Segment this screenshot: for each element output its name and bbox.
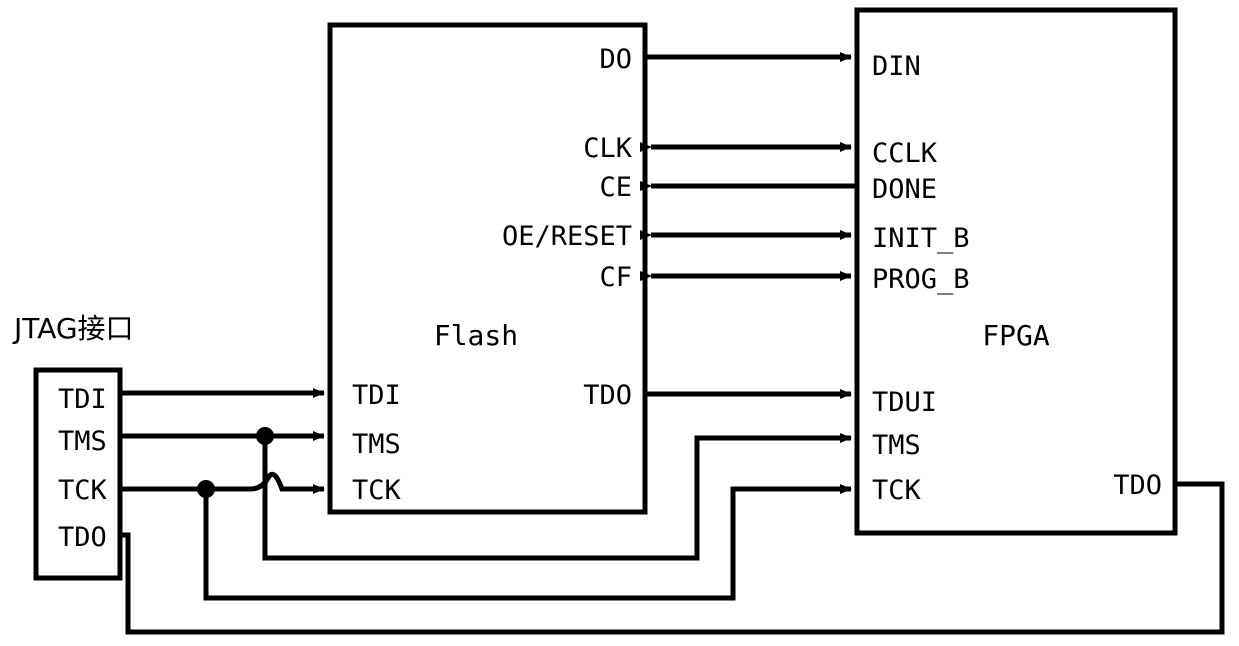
fpga-pin-init-b-label: INIT_B xyxy=(872,223,970,254)
fpga-pin-tck-label: TCK xyxy=(872,475,922,506)
fpga-pin-din-label: DIN xyxy=(872,51,921,82)
fpga-pin-cclk-label: CCLK xyxy=(872,138,938,169)
flash-block-title: Flash xyxy=(434,319,518,352)
fpga-pin-prog-b-label: PROG_B xyxy=(872,264,970,295)
flash-pin-do-label: DO xyxy=(599,44,632,75)
jtag-pin-tdi-label: TDI xyxy=(58,384,107,415)
flash-pin-cf-label: CF xyxy=(599,262,632,293)
flash-pin-oe-reset-label: OE/RESET xyxy=(502,221,632,252)
fpga-pin-done-label: DONE xyxy=(872,174,937,205)
flash-pin-ce-label: CE xyxy=(599,172,632,203)
jtag-pin-tdo-label: TDO xyxy=(58,522,107,553)
flash-pin-tms-label: TMS xyxy=(352,429,401,460)
flash-pin-tdi-label: TDI xyxy=(352,380,401,411)
flash-pin-clk-label: CLK xyxy=(583,133,633,164)
jtag-connector-label: JTAG接口 xyxy=(12,312,134,345)
flash-pin-tck-label: TCK xyxy=(352,475,402,506)
jtag-pin-tck-label: TCK xyxy=(58,475,108,506)
diagram-canvas: JTAG接口 TDI TMS TCK TDO Flash TDI TMS TCK… xyxy=(12,7,1225,635)
wire-jtag-tck-to-flash-tck xyxy=(120,471,325,494)
fpga-pin-tms-label: TMS xyxy=(872,430,921,461)
flash-pin-tdo-label: TDO xyxy=(583,380,632,411)
fpga-block-title: FPGA xyxy=(982,319,1050,352)
fpga-pin-tdui-label: TDUI xyxy=(872,387,937,418)
circuit-diagram: JTAG接口 TDI TMS TCK TDO Flash TDI TMS TCK… xyxy=(0,0,1239,646)
jtag-pin-tms-label: TMS xyxy=(58,426,107,457)
fpga-pin-tdo-label: TDO xyxy=(1113,470,1162,501)
